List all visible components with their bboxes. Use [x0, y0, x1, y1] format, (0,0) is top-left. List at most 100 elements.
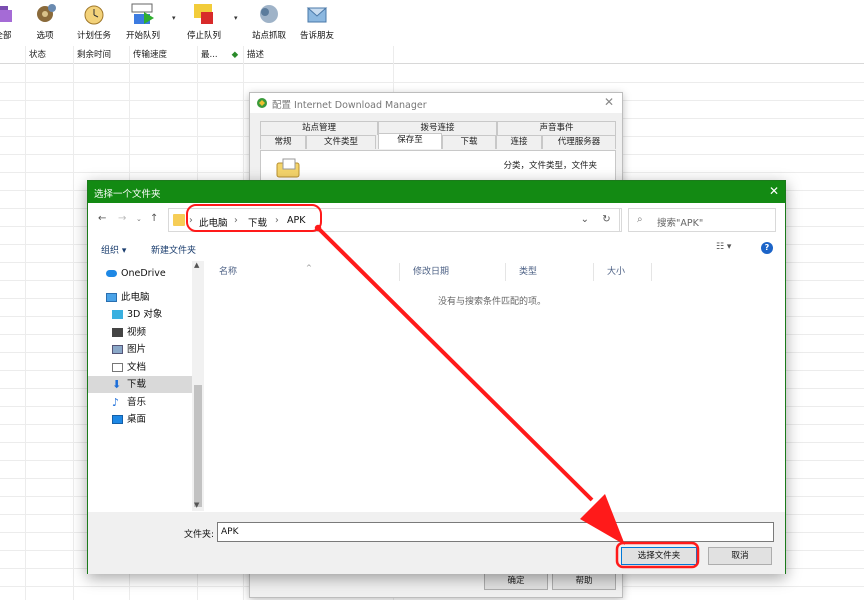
toolbar-site-grabber-button[interactable]: 站点抓取 [246, 0, 292, 44]
sort-caret-icon: ^ [306, 264, 312, 272]
command-bar: 组织 ▾ 新建文件夹 ☷ ▾ ? [88, 237, 785, 259]
column-divider [73, 46, 74, 600]
view-options-button[interactable]: ☷ ▾ [716, 242, 731, 252]
toolbar-options-button[interactable]: 选项 [28, 0, 62, 44]
column-transfer-rate[interactable]: 传输速度 [130, 46, 198, 64]
toolbar-label: 站点抓取 [251, 31, 286, 41]
column-status[interactable]: 状态 [26, 46, 74, 64]
organize-button[interactable]: 组织 ▾ [101, 243, 126, 256]
nav-item-label: 文档 [127, 362, 147, 373]
tab-file-types[interactable]: 文件类型 [306, 135, 376, 149]
navigation-pane-scrollbar[interactable]: ▲ ▼ [192, 261, 204, 511]
tab-general[interactable]: 常规 [260, 135, 306, 149]
column-name[interactable]: 名称 ^ [206, 263, 400, 281]
toolbar-tell-friend-button[interactable]: 告诉朋友 [294, 0, 340, 44]
toolbar-label: 告诉朋友 [299, 31, 334, 41]
nav-item-label: 视频 [127, 327, 147, 338]
sort-arrow-icon: ◆ [231, 50, 239, 60]
nav-item-pictures[interactable]: 图片 [88, 341, 192, 358]
desktop-icon [112, 415, 123, 424]
column-description[interactable]: 描述 [244, 46, 394, 64]
start-queue-dropdown-arrow[interactable]: ▾ [172, 14, 176, 22]
documents-icon [112, 363, 123, 372]
help-button[interactable]: 帮助 [552, 572, 616, 590]
nav-item-label: OneDrive [121, 268, 166, 279]
breadcrumb-downloads[interactable]: 下载 [248, 215, 267, 229]
download-arrow-icon: ⬇ [112, 378, 122, 391]
toolbar-start-queue-button[interactable]: 开始队列 [120, 0, 166, 44]
column-type[interactable]: 类型 [506, 263, 594, 281]
toolbar-label: 停止队列 [186, 31, 221, 41]
help-icon[interactable]: ? [761, 242, 773, 254]
nav-item-label: 下载 [127, 379, 147, 390]
toolbar-label: 计划任务 [76, 31, 111, 41]
tab-sound-events[interactable]: 声音事件 [497, 121, 616, 135]
column-time-left[interactable]: 剩余时间 [74, 46, 130, 64]
tab-connection[interactable]: 连接 [496, 135, 542, 149]
nav-item-desktop[interactable]: 桌面 [88, 411, 192, 428]
close-icon[interactable]: ✕ [769, 184, 779, 198]
folder-label: 文件夹: [184, 530, 215, 540]
main-toolbar: 全部 选项 计划任务 开始队列 ▾ 停止队列 ▾ 站点抓取 告诉朋友 [0, 0, 864, 44]
nav-item-this-pc[interactable]: 此电脑 [88, 289, 192, 306]
up-arrow-icon[interactable]: ↑ [150, 213, 158, 224]
tab-save-to[interactable]: 保存至 [378, 133, 442, 149]
tab-downloads[interactable]: 下载 [442, 135, 496, 149]
nav-item-videos[interactable]: 视频 [88, 324, 192, 341]
close-icon[interactable]: ✕ [604, 95, 614, 109]
new-folder-button[interactable]: 新建文件夹 [151, 243, 196, 256]
select-folder-title: 选择一个文件夹 [94, 189, 161, 200]
nav-item-downloads[interactable]: ⬇ 下载 [88, 376, 192, 393]
folder-name-input[interactable]: APK [217, 522, 774, 542]
site-grabber-icon [260, 5, 278, 23]
column-date-modified[interactable]: 修改日期 [400, 263, 506, 281]
recent-locations-chevron-icon[interactable]: ⌄ [136, 215, 142, 223]
column-last-try-label: 最... [201, 50, 218, 60]
select-folder-dialog: 选择一个文件夹 ✕ ← → ⌄ ↑ › 此电脑 › 下载 › APK ⌄ ↻ ⌕… [87, 180, 786, 574]
chevron-down-icon[interactable]: ⌄ [581, 214, 589, 225]
cloud-icon [106, 270, 117, 277]
folder-icon [173, 214, 185, 226]
gear-icon [37, 4, 56, 22]
config-dialog-titlebar: 配置 Internet Download Manager ✕ [250, 93, 622, 113]
cancel-button[interactable]: 取消 [708, 547, 772, 565]
toolbar-stop-queue-button[interactable]: 停止队列 [180, 0, 228, 44]
search-input[interactable]: ⌕ 搜索"APK" [628, 208, 776, 232]
breadcrumb-this-pc[interactable]: 此电脑 [199, 215, 228, 229]
nav-item-label: 音乐 [127, 397, 147, 408]
select-folder-button[interactable]: 选择文件夹 [621, 547, 697, 565]
tell-friend-icon [306, 7, 328, 23]
nav-item-music[interactable]: ♪ 音乐 [88, 394, 192, 411]
back-arrow-icon[interactable]: ← [98, 213, 106, 224]
breadcrumb-separator[interactable]: › [275, 215, 279, 226]
breadcrumb-separator[interactable]: › [234, 215, 238, 226]
scrollbar-thumb[interactable] [194, 385, 202, 507]
video-icon [112, 328, 123, 337]
nav-item-onedrive[interactable]: OneDrive [88, 265, 192, 282]
scroll-up-icon[interactable]: ▲ [194, 261, 199, 269]
forward-arrow-icon[interactable]: → [118, 213, 126, 224]
column-last-try[interactable]: 最... ◆ [198, 46, 244, 64]
nav-item-documents[interactable]: 文档 [88, 359, 192, 376]
nav-item-label: 桌面 [127, 414, 147, 425]
toolbar-label: 开始队列 [125, 31, 160, 41]
address-bar[interactable]: › 此电脑 › 下载 › APK ⌄ [168, 208, 622, 232]
delete-all-icon [0, 6, 12, 22]
stop-queue-dropdown-arrow[interactable]: ▾ [234, 14, 238, 22]
breadcrumb-separator[interactable]: › [189, 215, 193, 226]
ok-button[interactable]: 确定 [484, 572, 548, 590]
column-size[interactable]: 大小 [594, 263, 652, 281]
empty-folder-message: 没有与搜索条件匹配的项。 [438, 297, 547, 307]
refresh-button[interactable]: ↻ [594, 208, 620, 232]
toolbar-scheduler-button[interactable]: 计划任务 [72, 0, 116, 44]
music-note-icon: ♪ [112, 396, 120, 409]
nav-item-3d-objects[interactable]: 3D 对象 [88, 306, 192, 323]
nav-item-label: 3D 对象 [127, 309, 163, 320]
search-placeholder: 搜索"APK" [657, 218, 704, 229]
tab-site-management[interactable]: 站点管理 [260, 121, 378, 135]
toolbar-delete-all-button[interactable]: 全部 [0, 0, 18, 44]
scroll-down-icon[interactable]: ▼ [194, 501, 199, 509]
navigation-pane: OneDrive 此电脑 3D 对象 视频 图片 文档 ⬇ 下载 ♪ 音乐 桌面 [88, 261, 204, 511]
tab-proxy[interactable]: 代理服务器 [542, 135, 616, 149]
breadcrumb-apk[interactable]: APK [287, 215, 305, 226]
